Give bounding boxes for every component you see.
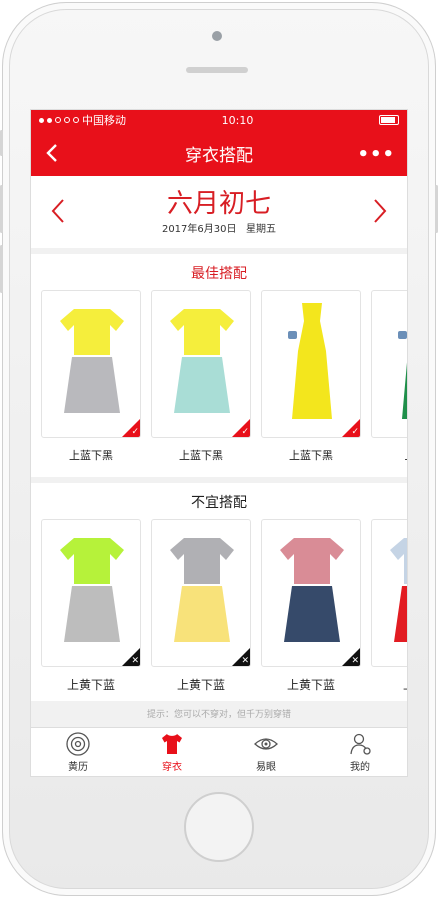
tab-label: 穿衣 [162, 762, 182, 773]
tab-label: 黄历 [68, 762, 88, 773]
prev-day-icon[interactable] [49, 198, 67, 224]
tab-bar: 黄历 穿衣 易眼 我的 [31, 727, 407, 776]
outfit-image [170, 538, 234, 642]
outfit-image [170, 309, 234, 413]
outfit-card[interactable]: ✕ 上黄下 [371, 519, 407, 693]
silent-switch [0, 130, 3, 156]
status-bar: 中国移动 10:10 [31, 110, 407, 130]
check-icon: ✓ [351, 427, 359, 437]
outfit-image [280, 538, 344, 642]
check-icon: ✓ [131, 427, 139, 437]
signal-carrier: 中国移动 [39, 112, 126, 128]
best-match-section: 最佳搭配 ✓ 上蓝下黑 ✓ 上蓝下黑 ✓ 上蓝下黑 ✓ 上蓝下 [31, 254, 407, 463]
outfit-image-box: ✕ [371, 519, 407, 667]
outfit-image-box: ✕ [151, 519, 251, 667]
tab-eye[interactable]: 易眼 [219, 728, 313, 776]
outfit-caption: 上蓝下黑 [179, 449, 223, 462]
signal-dot-icon [47, 117, 52, 123]
outfit-image [60, 538, 124, 642]
app-screen: 中国移动 10:10 穿衣搭配 ••• 六月初七 2017年6月30日 星期五 … [30, 109, 408, 777]
outfit-image-box: ✓ [371, 290, 407, 438]
outfit-caption: 上黄下 [371, 676, 407, 693]
outfit-card[interactable]: ✕ 上黄下蓝 [41, 519, 141, 693]
best-match-list[interactable]: ✓ 上蓝下黑 ✓ 上蓝下黑 ✓ 上蓝下黑 ✓ 上蓝下 [31, 290, 407, 463]
close-icon: ✕ [241, 656, 249, 666]
outfit-image [60, 309, 124, 413]
volume-up-button [0, 185, 3, 233]
outfit-card[interactable]: ✕ 上黄下蓝 [151, 519, 251, 693]
tab-profile[interactable]: 我的 [313, 728, 407, 776]
outfit-caption: 上黄下蓝 [286, 678, 335, 692]
check-icon: ✓ [241, 427, 249, 437]
tab-calendar[interactable]: 黄历 [31, 728, 125, 776]
nav-bar: 穿衣搭配 ••• [31, 130, 407, 176]
user-icon [350, 733, 371, 755]
eye-icon [254, 738, 278, 750]
bad-match-list[interactable]: ✕ 上黄下蓝 ✕ 上黄下蓝 ✕ 上黄下蓝 ✕ 上黄下 [31, 519, 407, 693]
signal-dot-icon [64, 117, 70, 123]
front-camera [212, 31, 222, 41]
section-title-best: 最佳搭配 [191, 266, 247, 282]
outfit-card[interactable]: ✓ 上蓝下黑 [261, 290, 361, 463]
outfit-caption: 上黄下蓝 [66, 678, 115, 692]
outfit-image-box: ✕ [41, 519, 141, 667]
outfit-image-box: ✕ [261, 519, 361, 667]
tab-label: 我的 [350, 762, 370, 773]
signal-dot-icon [39, 117, 44, 123]
battery-icon [378, 115, 399, 125]
status-time: 10:10 [221, 113, 254, 127]
outfit-card[interactable]: ✓ 上蓝下黑 [151, 290, 251, 463]
outfit-card[interactable]: ✓ 上蓝下黑 [41, 290, 141, 463]
solar-date: 2017年6月30日 星期五 [161, 224, 277, 235]
outfit-caption: 上黄下蓝 [176, 678, 225, 692]
more-icon[interactable]: ••• [357, 144, 395, 165]
home-button[interactable] [184, 792, 254, 862]
tab-clothing[interactable]: 穿衣 [125, 728, 219, 776]
lunar-date: 六月初七 [166, 189, 271, 219]
outfit-image [288, 303, 332, 419]
close-icon: ✕ [351, 656, 359, 666]
outfit-image-box: ✓ [261, 290, 361, 438]
volume-down-button [0, 245, 3, 293]
outfit-image [398, 331, 407, 419]
bad-match-section: 不宜搭配 ✕ 上黄下蓝 ✕ 上黄下蓝 ✕ 上黄下蓝 ✕ 上黄下 [31, 483, 407, 693]
outfit-card[interactable]: ✓ 上蓝下 [371, 290, 407, 463]
date-selector: 六月初七 2017年6月30日 星期五 [31, 176, 407, 248]
close-icon: ✕ [131, 656, 139, 666]
signal-dot-icon [55, 117, 61, 123]
outfit-caption: 上蓝下黑 [289, 449, 333, 462]
signal-dot-icon [73, 117, 79, 123]
tip-text: 提示：您可以不穿对，但千万别穿错 [31, 701, 407, 729]
page-title: 穿衣搭配 [185, 145, 253, 166]
tshirt-icon [162, 734, 182, 754]
earpiece-speaker [186, 67, 248, 73]
outfit-caption: 上蓝下 [371, 447, 408, 463]
outfit-image [390, 538, 407, 642]
outfit-caption: 上蓝下黑 [69, 449, 113, 462]
outfit-image-box: ✓ [151, 290, 251, 438]
calendar-dial-icon [66, 732, 90, 756]
tab-label: 易眼 [256, 762, 276, 773]
carrier-name: 中国移动 [82, 114, 126, 127]
next-day-icon[interactable] [371, 198, 389, 224]
outfit-card[interactable]: ✕ 上黄下蓝 [261, 519, 361, 693]
back-icon[interactable] [41, 141, 65, 165]
section-title-bad: 不宜搭配 [191, 495, 247, 511]
outfit-image-box: ✓ [41, 290, 141, 438]
